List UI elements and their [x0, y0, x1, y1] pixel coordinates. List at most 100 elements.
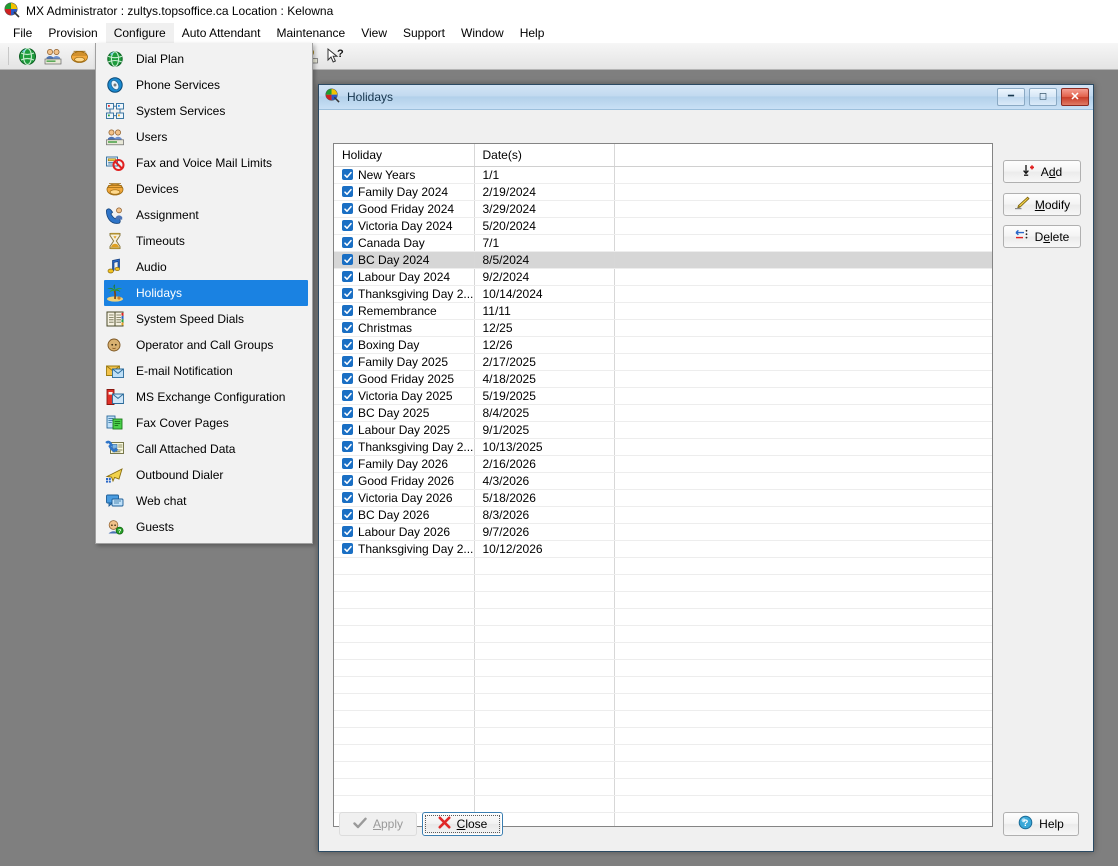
- holiday-name-cell[interactable]: Canada Day: [334, 234, 475, 252]
- holiday-name-cell[interactable]: Family Day 2026: [334, 455, 475, 473]
- holiday-enabled-checkbox[interactable]: [342, 254, 353, 265]
- table-row[interactable]: Labour Day 2026 9/7/2026: [334, 523, 992, 541]
- users-icon[interactable]: [41, 45, 65, 68]
- table-row[interactable]: Thanksgiving Day 2... 10/13/2025: [334, 438, 992, 456]
- table-empty-row[interactable]: [334, 676, 992, 694]
- phone-orange-icon[interactable]: [67, 45, 91, 68]
- holiday-enabled-checkbox[interactable]: [342, 407, 353, 418]
- configure-menu-item-fax-and-voice-mail-limits[interactable]: Fax and Voice Mail Limits: [96, 150, 312, 176]
- holiday-enabled-checkbox[interactable]: [342, 339, 353, 350]
- table-row[interactable]: Good Friday 2026 4/3/2026: [334, 472, 992, 490]
- holiday-date-cell[interactable]: 8/3/2026: [474, 506, 615, 524]
- modify-button[interactable]: Modify: [1003, 193, 1081, 216]
- holiday-date-cell[interactable]: 9/7/2026: [474, 523, 615, 541]
- configure-menu-item-phone-services[interactable]: Phone Services: [96, 72, 312, 98]
- configure-menu-item-system-speed-dials[interactable]: System Speed Dials: [96, 306, 312, 332]
- table-row[interactable]: Victoria Day 2026 5/18/2026: [334, 489, 992, 507]
- holiday-enabled-checkbox[interactable]: [342, 237, 353, 248]
- configure-menu-item-operator-and-call-groups[interactable]: Operator and Call Groups: [96, 332, 312, 358]
- holiday-name-cell[interactable]: Labour Day 2026: [334, 523, 475, 541]
- menu-configure[interactable]: Configure: [105, 22, 174, 43]
- menu-help[interactable]: Help: [512, 23, 553, 43]
- holidays-title-bar[interactable]: Holidays ━ ◻ ✕: [319, 85, 1093, 110]
- menu-window[interactable]: Window: [453, 23, 512, 43]
- table-row[interactable]: Labour Day 2025 9/1/2025: [334, 421, 992, 439]
- holiday-name-cell[interactable]: Family Day 2024: [334, 183, 475, 201]
- configure-menu-item-system-services[interactable]: System Services: [96, 98, 312, 124]
- close-dialog-button[interactable]: Close: [422, 812, 503, 836]
- help-cursor-icon[interactable]: ?: [323, 45, 347, 68]
- holiday-enabled-checkbox[interactable]: [342, 441, 353, 452]
- holiday-date-cell[interactable]: 7/1: [474, 234, 615, 252]
- holiday-enabled-checkbox[interactable]: [342, 526, 353, 537]
- holiday-date-cell[interactable]: 12/26: [474, 336, 615, 354]
- menu-maintenance[interactable]: Maintenance: [268, 23, 353, 43]
- holiday-enabled-checkbox[interactable]: [342, 186, 353, 197]
- table-empty-row[interactable]: [334, 659, 992, 677]
- holiday-date-cell[interactable]: 9/1/2025: [474, 421, 615, 439]
- holiday-enabled-checkbox[interactable]: [342, 271, 353, 282]
- holiday-enabled-checkbox[interactable]: [342, 424, 353, 435]
- holidays-table[interactable]: Holiday Date(s) New Years 1/1 Family Day 2…: [333, 143, 993, 827]
- table-empty-row[interactable]: [334, 795, 992, 813]
- table-empty-row[interactable]: [334, 591, 992, 609]
- table-row[interactable]: Good Friday 2025 4/18/2025: [334, 370, 992, 388]
- configure-menu-item-fax-cover-pages[interactable]: Fax Cover Pages: [96, 410, 312, 436]
- table-row[interactable]: Victoria Day 2025 5/19/2025: [334, 387, 992, 405]
- holiday-enabled-checkbox[interactable]: [342, 509, 353, 520]
- holiday-date-cell[interactable]: 8/4/2025: [474, 404, 615, 422]
- holiday-enabled-checkbox[interactable]: [342, 390, 353, 401]
- menu-view[interactable]: View: [353, 23, 395, 43]
- holiday-enabled-checkbox[interactable]: [342, 288, 353, 299]
- table-empty-row[interactable]: [334, 727, 992, 745]
- holiday-date-cell[interactable]: 10/14/2024: [474, 285, 615, 303]
- configure-menu-item-timeouts[interactable]: Timeouts: [96, 228, 312, 254]
- holiday-name-cell[interactable]: Family Day 2025: [334, 353, 475, 371]
- holiday-date-cell[interactable]: 9/2/2024: [474, 268, 615, 286]
- minimize-button[interactable]: ━: [997, 88, 1025, 106]
- table-row[interactable]: Labour Day 2024 9/2/2024: [334, 268, 992, 286]
- add-button[interactable]: Add: [1003, 160, 1081, 183]
- maximize-button[interactable]: ◻: [1029, 88, 1057, 106]
- holiday-date-cell[interactable]: 4/3/2026: [474, 472, 615, 490]
- table-empty-row[interactable]: [334, 574, 992, 592]
- column-header-blank[interactable]: [614, 144, 992, 167]
- column-header-holiday[interactable]: Holiday: [334, 144, 475, 167]
- help-button[interactable]: ? Help: [1003, 812, 1079, 836]
- table-empty-row[interactable]: [334, 744, 992, 762]
- table-empty-row[interactable]: [334, 625, 992, 643]
- table-row[interactable]: Thanksgiving Day 2... 10/12/2026: [334, 540, 992, 558]
- holiday-name-cell[interactable]: Christmas: [334, 319, 475, 337]
- holiday-name-cell[interactable]: Victoria Day 2025: [334, 387, 475, 405]
- configure-menu-item-assignment[interactable]: Assignment: [96, 202, 312, 228]
- configure-menu-item-devices[interactable]: Devices: [96, 176, 312, 202]
- holiday-enabled-checkbox[interactable]: [342, 475, 353, 486]
- holiday-name-cell[interactable]: Boxing Day: [334, 336, 475, 354]
- holiday-enabled-checkbox[interactable]: [342, 305, 353, 316]
- table-row[interactable]: Boxing Day 12/26: [334, 336, 992, 354]
- table-row[interactable]: Family Day 2024 2/19/2024: [334, 183, 992, 201]
- column-header-dates[interactable]: Date(s): [474, 144, 615, 167]
- holiday-name-cell[interactable]: Thanksgiving Day 2...: [334, 285, 475, 303]
- holiday-date-cell[interactable]: 5/20/2024: [474, 217, 615, 235]
- configure-menu-item-audio[interactable]: Audio: [96, 254, 312, 280]
- table-row[interactable]: New Years 1/1: [334, 166, 992, 184]
- configure-menu-item-call-attached-data[interactable]: Call Attached Data: [96, 436, 312, 462]
- configure-menu-item-e-mail-notification[interactable]: E-mail Notification: [96, 358, 312, 384]
- table-row[interactable]: Canada Day 7/1: [334, 234, 992, 252]
- table-empty-row[interactable]: [334, 608, 992, 626]
- holiday-name-cell[interactable]: Labour Day 2024: [334, 268, 475, 286]
- menu-file[interactable]: File: [5, 23, 40, 43]
- menu-provision[interactable]: Provision: [40, 23, 105, 43]
- delete-button[interactable]: Delete: [1003, 225, 1081, 248]
- holiday-name-cell[interactable]: Victoria Day 2024: [334, 217, 475, 235]
- configure-menu-item-outbound-dialer[interactable]: Outbound Dialer: [96, 462, 312, 488]
- holiday-date-cell[interactable]: 1/1: [474, 166, 615, 184]
- holiday-date-cell[interactable]: 12/25: [474, 319, 615, 337]
- menu-auto-attendant[interactable]: Auto Attendant: [174, 23, 269, 43]
- table-row[interactable]: BC Day 2025 8/4/2025: [334, 404, 992, 422]
- holiday-date-cell[interactable]: 10/13/2025: [474, 438, 615, 456]
- holiday-date-cell[interactable]: 4/18/2025: [474, 370, 615, 388]
- holiday-date-cell[interactable]: 2/17/2025: [474, 353, 615, 371]
- table-row[interactable]: Thanksgiving Day 2... 10/14/2024: [334, 285, 992, 303]
